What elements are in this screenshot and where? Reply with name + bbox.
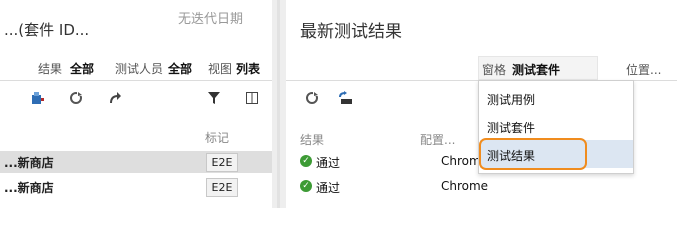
pass-check-icon: ✓: [300, 155, 312, 167]
suite-title: ...(套件 ID...: [4, 21, 90, 39]
result-filter-label: 结果: [38, 62, 63, 76]
pane-label: 窗格: [482, 63, 507, 77]
configuration: Chrome: [441, 179, 489, 193]
menu-item-test-suites[interactable]: 测试套件: [487, 119, 535, 136]
tag-column-header: 标记: [205, 131, 230, 145]
menu-item-test-cases[interactable]: 测试用例: [487, 91, 535, 108]
tag-badge: E2E: [206, 153, 238, 172]
panel-toggle-icon[interactable]: [244, 91, 260, 107]
no-iteration-dates: 无迭代日期: [178, 12, 244, 27]
table-row[interactable]: ...新商店 E2E: [0, 176, 272, 198]
left-pane: ...(套件 ID... 无迭代日期 结果 全部 测试人员 全部 视图 列表 标…: [0, 0, 272, 208]
redo-icon[interactable]: [107, 91, 123, 107]
position-label[interactable]: 位置...: [626, 61, 661, 78]
outcome: 通过: [316, 181, 341, 195]
result-filter-value[interactable]: 全部: [70, 60, 94, 77]
row-name: ...新商店: [4, 156, 54, 170]
refresh-icon[interactable]: [304, 91, 320, 107]
divider: [0, 80, 272, 81]
pane-splitter[interactable]: [272, 0, 286, 208]
config-column-header: 配置...: [420, 133, 456, 147]
pane-select-value[interactable]: 测试套件: [512, 61, 560, 78]
refresh-icon[interactable]: [68, 91, 84, 107]
outcome: 通过: [316, 156, 341, 170]
tag-badge: E2E: [206, 178, 238, 197]
filter-bar: 结果 全部 测试人员 全部 视图 列表: [0, 58, 272, 80]
tester-filter-value[interactable]: 全部: [168, 60, 192, 77]
open-result-icon[interactable]: [338, 91, 354, 107]
row-name: ...新商店: [4, 181, 54, 195]
save-icon[interactable]: [30, 91, 46, 107]
latest-results-title: 最新测试结果: [300, 22, 402, 42]
tester-filter-label: 测试人员: [115, 62, 164, 76]
view-filter-value[interactable]: 列表: [236, 60, 260, 77]
result-column-header: 结果: [300, 133, 325, 147]
result-row[interactable]: ✓ 通过 Chrome: [286, 176, 677, 198]
highlight-ring: [479, 138, 587, 170]
filter-icon[interactable]: [206, 91, 222, 107]
table-row[interactable]: ...新商店 E2E: [0, 151, 272, 173]
pass-check-icon: ✓: [300, 180, 312, 192]
view-filter-label: 视图: [208, 62, 233, 76]
